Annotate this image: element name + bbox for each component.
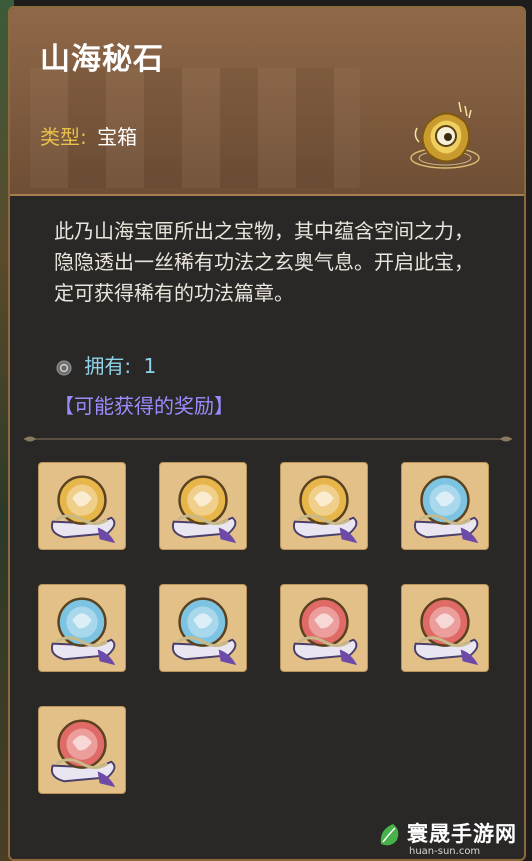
owned-row: 拥有: 1 <box>56 350 156 379</box>
reward-item-slot[interactable] <box>159 462 247 550</box>
reward-item-slot[interactable] <box>38 584 126 672</box>
blue-scroll-icon <box>171 597 237 666</box>
red-scroll-icon <box>292 597 358 666</box>
item-tooltip-panel: 山海秘石 类型: 宝箱 此乃山海宝匣所出之宝物，其中蕴含空间之力，隐隐透出一丝稀… <box>8 6 526 861</box>
item-type-value: 宝箱 <box>97 125 138 149</box>
red-scroll-icon <box>50 719 116 788</box>
reward-item-slot[interactable] <box>159 584 247 672</box>
red-scroll-icon <box>413 597 479 666</box>
owned-label: 拥有: <box>84 354 132 378</box>
section-divider <box>24 436 512 442</box>
golden-scroll-icon <box>292 475 358 544</box>
reward-item-slot[interactable] <box>280 584 368 672</box>
blue-scroll-icon <box>50 597 116 666</box>
stone-ring-icon <box>56 360 72 375</box>
item-name: 山海秘石 <box>40 42 164 77</box>
leaf-logo-icon <box>380 824 399 846</box>
reward-item-slot[interactable] <box>38 462 126 550</box>
reward-item-slot[interactable] <box>280 462 368 550</box>
golden-scroll-icon <box>50 475 116 544</box>
watermark-url: huan-sun.com <box>409 846 481 857</box>
item-type-label: 类型: <box>40 125 87 149</box>
rewards-grid <box>38 462 508 802</box>
blue-scroll-icon <box>413 475 479 544</box>
rewards-label: 【可能获得的奖励】 <box>54 394 234 418</box>
golden-stone-chest-icon <box>410 101 480 169</box>
item-description: 此乃山海宝匣所出之宝物，其中蕴含空间之力，隐隐透出一丝稀有功法之玄奥气息。开启此… <box>54 219 474 305</box>
reward-item-slot[interactable] <box>38 706 126 794</box>
description-section: 此乃山海宝匣所出之宝物，其中蕴含空间之力，隐隐透出一丝稀有功法之玄奥气息。开启此… <box>16 198 518 438</box>
golden-scroll-icon <box>171 475 237 544</box>
item-type-row: 类型: 宝箱 <box>40 121 137 150</box>
site-watermark: 寰晟手游网 huan-sun.com <box>375 818 532 858</box>
reward-item-slot[interactable] <box>401 584 489 672</box>
watermark-text: 寰晟手游网 <box>407 821 517 846</box>
owned-count: 1 <box>143 354 157 378</box>
item-header: 山海秘石 类型: 宝箱 <box>10 8 524 196</box>
reward-item-slot[interactable] <box>401 462 489 550</box>
